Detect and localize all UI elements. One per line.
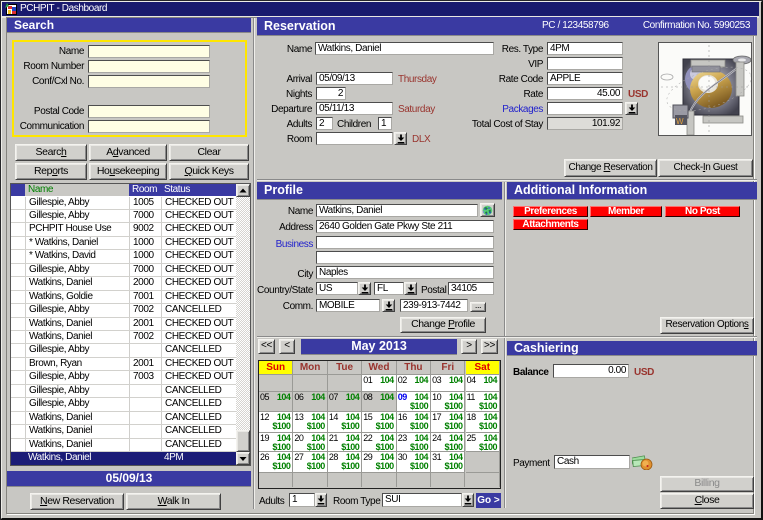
svg-text:W: W <box>676 117 684 126</box>
